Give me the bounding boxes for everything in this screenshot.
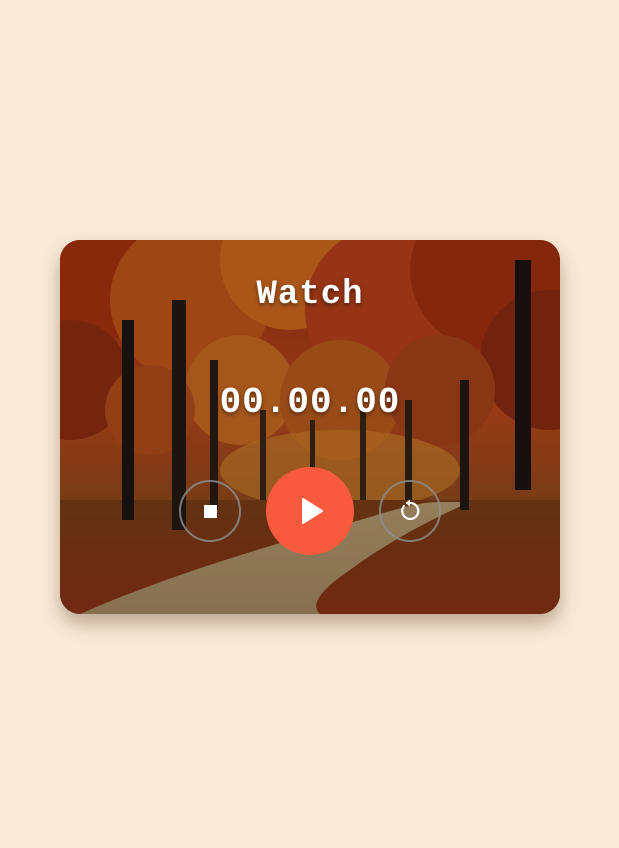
timer-display: 00.00.00 bbox=[219, 382, 401, 423]
play-icon bbox=[302, 498, 323, 524]
stopwatch-card: Watch 00.00.00 bbox=[60, 240, 560, 614]
reset-button[interactable] bbox=[379, 480, 441, 542]
stop-icon bbox=[203, 504, 217, 518]
play-button[interactable] bbox=[266, 467, 354, 555]
app-title: Watch bbox=[256, 276, 364, 314]
reset-icon bbox=[401, 499, 420, 521]
stop-button[interactable] bbox=[179, 480, 241, 542]
